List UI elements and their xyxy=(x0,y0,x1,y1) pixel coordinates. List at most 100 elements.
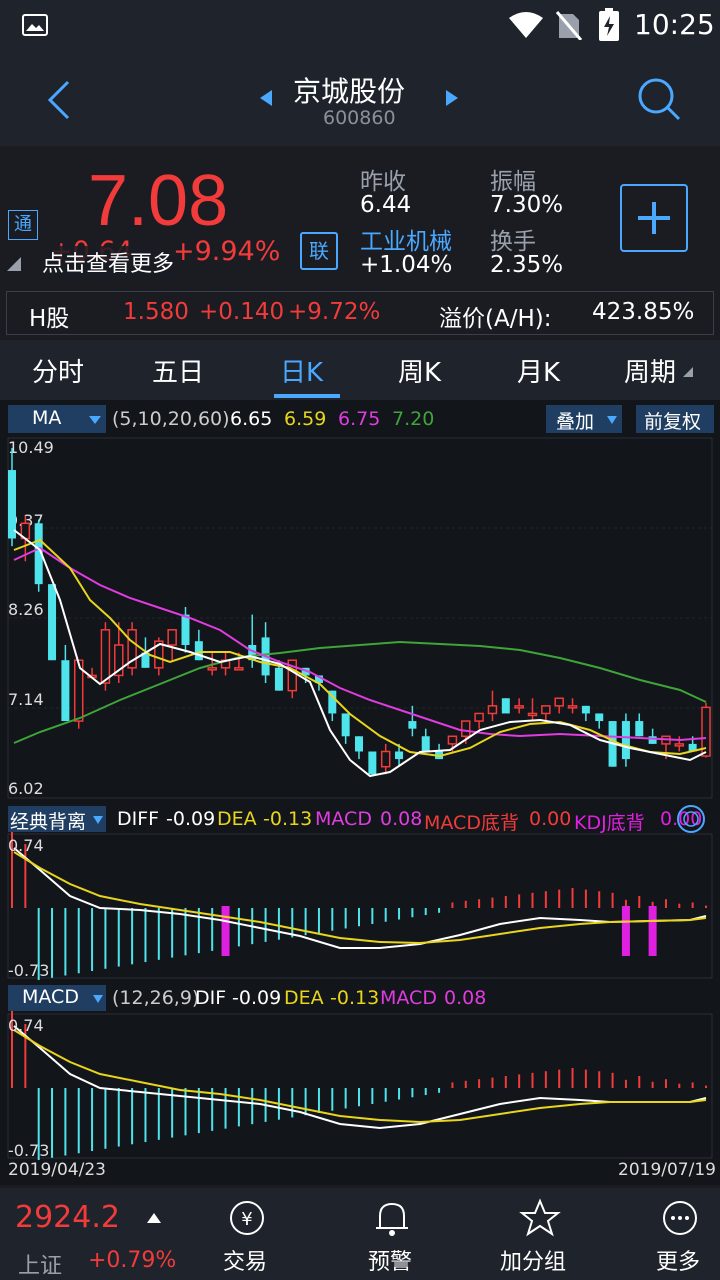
candle-body xyxy=(207,667,217,671)
up-arrow-icon xyxy=(147,1213,161,1223)
macd-label: MACD xyxy=(315,808,372,830)
tab-monthly-k[interactable]: 月K xyxy=(517,352,560,389)
candle-body xyxy=(408,721,417,729)
macd2-label: MACD xyxy=(380,987,437,1009)
period-corner-icon xyxy=(683,367,693,377)
premium-label: 溢价(A/H): xyxy=(439,306,552,332)
kline-chart[interactable] xyxy=(0,400,720,1185)
candle-body xyxy=(167,629,177,646)
candle-body xyxy=(61,660,70,722)
h-share-change: +0.140 xyxy=(199,299,285,325)
candle-body xyxy=(48,584,57,661)
turnover-value: 2.35% xyxy=(490,252,564,278)
chart-area[interactable]: MA (5,10,20,60) 6.65 6.59 6.75 7.20 叠加 前… xyxy=(0,400,720,1185)
candle-body xyxy=(595,713,604,722)
current-price: 7.08 xyxy=(88,161,229,241)
ind1-axis-max: 0.74 xyxy=(8,836,44,855)
candle-body xyxy=(674,743,685,747)
lian-badge[interactable]: 联 xyxy=(300,232,338,270)
diff-label: DIFF xyxy=(117,808,160,830)
tab-weekly-k[interactable]: 周K xyxy=(398,352,441,389)
top-bar: 京城股份 600860 xyxy=(0,52,720,146)
candle-body xyxy=(421,736,430,752)
macd2-value: 0.08 xyxy=(444,987,487,1009)
tab-five-day[interactable]: 五日 xyxy=(152,352,204,389)
quote-panel[interactable]: 7.08 通 +0.64 +9.94% 点击查看更多 联 昨收 6.44 工业机… xyxy=(0,146,720,286)
corner-triangle-icon xyxy=(7,257,21,271)
divergence-marker xyxy=(648,906,657,956)
index-value: 2924.2 xyxy=(15,1200,120,1235)
index-ticker[interactable]: 2924.2 上证 +0.79% xyxy=(0,1188,190,1280)
macd-histogram xyxy=(11,1008,707,1160)
more-info-hint[interactable]: 点击查看更多 xyxy=(40,246,177,278)
h-share-row[interactable]: H股 1.580 +0.140 +9.72% 溢价(A/H): 423.85% xyxy=(6,291,714,335)
candle-body xyxy=(514,705,524,709)
nav-add-group[interactable]: 加分组 xyxy=(490,1188,590,1280)
candle-body xyxy=(380,750,391,768)
back-chevron-icon[interactable] xyxy=(44,78,74,122)
candle-body xyxy=(447,735,458,745)
tab-period[interactable]: 周期 xyxy=(624,352,676,389)
image-icon xyxy=(22,14,48,36)
industry-link[interactable]: 工业机械 xyxy=(360,222,452,256)
candle-body xyxy=(234,667,244,671)
macd-div-value: 0.00 xyxy=(529,808,572,830)
candle-body xyxy=(395,751,404,760)
candle-body xyxy=(648,736,657,744)
svg-text:¥: ¥ xyxy=(241,1209,252,1230)
dropdown-icon xyxy=(93,995,103,1003)
divergence-marker xyxy=(621,906,630,956)
status-bar: 10:25 xyxy=(0,0,720,52)
h-share-change-pct: +9.72% xyxy=(288,299,381,325)
dif-value: -0.09 xyxy=(232,987,282,1009)
prev-close-label: 昨收 xyxy=(360,169,406,195)
candle-body xyxy=(355,736,363,752)
turnover-label: 换手 xyxy=(490,229,536,255)
prev-stock-icon[interactable] xyxy=(258,88,274,108)
indicator2-selector[interactable]: MACD xyxy=(8,985,106,1011)
candle-body xyxy=(567,705,578,709)
more-icon xyxy=(663,1201,697,1235)
dea-label: DEA xyxy=(217,808,257,830)
search-icon[interactable] xyxy=(636,76,682,122)
nav-more[interactable]: 更多 xyxy=(638,1188,720,1280)
clock: 10:25 xyxy=(634,8,715,41)
date-end: 2019/07/19 xyxy=(618,1160,716,1180)
candle-body xyxy=(501,698,510,714)
stock-name: 京城股份 xyxy=(293,75,406,108)
candle-body xyxy=(527,712,538,717)
indicator1-selector[interactable]: 经典背离 xyxy=(8,806,106,833)
date-start: 2019/04/23 xyxy=(8,1160,106,1180)
candle-body xyxy=(194,641,203,661)
bottom-nav: 2924.2 上证 +0.79% ¥ 交易 预警 加分组 更多 xyxy=(0,1188,720,1280)
candle-body xyxy=(181,614,190,646)
tab-daily-k[interactable]: 日K xyxy=(280,352,323,389)
tab-intraday[interactable]: 分时 xyxy=(32,352,84,389)
amplitude-value: 7.30% xyxy=(490,192,564,218)
candle-body xyxy=(341,713,350,737)
nav-alert[interactable]: 预警 xyxy=(350,1188,434,1280)
period-tabs: 分时 五日 日K 周K 月K 周期 xyxy=(0,340,720,400)
dif-label: DIF xyxy=(195,987,227,1009)
nav-add-group-label: 加分组 xyxy=(500,1250,567,1275)
battery-charging-icon xyxy=(599,8,619,41)
tong-badge[interactable]: 通 xyxy=(8,210,38,240)
candle-body xyxy=(635,721,644,737)
add-watchlist-button[interactable] xyxy=(620,184,688,252)
candle-body xyxy=(368,751,377,775)
dea-value: -0.13 xyxy=(263,808,313,830)
macd-params: (12,26,9) xyxy=(112,987,200,1009)
info-circle-icon[interactable] xyxy=(676,804,706,834)
bell-icon xyxy=(376,1202,408,1236)
macd-value: 0.08 xyxy=(380,808,423,830)
trade-icon: ¥ xyxy=(230,1201,264,1235)
diff-histogram xyxy=(11,828,707,980)
divergence-marker xyxy=(221,906,230,956)
nav-trade[interactable]: ¥ 交易 xyxy=(205,1188,289,1280)
candle-body xyxy=(474,712,484,722)
premium-value: 423.85% xyxy=(592,299,695,325)
star-icon xyxy=(519,1198,561,1237)
next-stock-icon[interactable] xyxy=(444,88,460,108)
indicator2-label: MACD xyxy=(22,986,79,1008)
candles-group xyxy=(8,448,711,775)
